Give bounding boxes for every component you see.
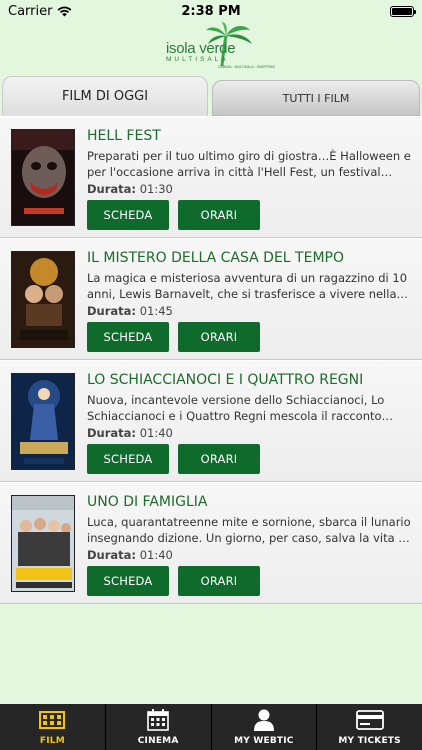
duration-value: 01:40 <box>139 548 173 562</box>
tabbar-item-my-webtic[interactable]: MY WEBTIC <box>212 704 318 750</box>
scheda-button[interactable]: SCHEDA <box>87 566 169 596</box>
movie-duration: Durata: 01:40 <box>87 426 173 440</box>
movie-poster[interactable] <box>11 251 75 348</box>
orari-button[interactable]: ORARI <box>178 200 260 230</box>
status-bar: Carrier 2:38 PM <box>0 0 422 22</box>
poster-mistero-casa-image <box>12 252 74 347</box>
film-icon <box>38 709 66 731</box>
logo-name: isola verde <box>166 40 236 57</box>
orari-button[interactable]: ORARI <box>178 322 260 352</box>
duration-label: Durata: <box>87 426 137 440</box>
tabbar-item-film[interactable]: FILM <box>0 704 106 750</box>
scheda-button[interactable]: SCHEDA <box>87 322 169 352</box>
tab-film-di-oggi[interactable]: FILM DI OGGI <box>2 76 208 116</box>
poster-schiaccianoci-image <box>12 374 74 469</box>
duration-label: Durata: <box>87 182 137 196</box>
scheda-button[interactable]: SCHEDA <box>87 200 169 230</box>
orari-button[interactable]: ORARI <box>178 444 260 474</box>
tabbar-label: MY WEBTIC <box>234 736 294 746</box>
duration-value: 01:30 <box>139 182 173 196</box>
movie-poster[interactable] <box>11 129 75 226</box>
movie-poster[interactable] <box>11 373 75 470</box>
movie-row[interactable]: LO SCHIACCIANOCI E I QUATTRO REGNI Nuova… <box>0 360 422 482</box>
logo-tagline: CINEMA · MULTISALA · SHOPPING <box>218 65 276 69</box>
tabbar-label: FILM <box>39 736 65 746</box>
movie-list: HELL FEST Preparati per il tuo ultimo gi… <box>0 116 422 604</box>
movie-duration: Durata: 01:40 <box>87 548 173 562</box>
user-icon <box>250 709 278 731</box>
tab-tutti-i-film[interactable]: TUTTI I FILM <box>212 80 420 116</box>
movie-description: Nuova, incantevole versione dello Schiac… <box>87 393 385 423</box>
movie-poster[interactable] <box>11 495 75 592</box>
movie-description: Luca, quarantatreenne mite e sornione, s… <box>87 515 411 545</box>
tabbar-item-my-tickets[interactable]: MY TICKETS <box>317 704 422 750</box>
card-icon <box>355 709 384 731</box>
duration-value: 01:45 <box>139 304 173 318</box>
duration-label: Durata: <box>87 304 137 318</box>
poster-uno-di-famiglia-image <box>12 496 74 591</box>
tabbar-label: CINEMA <box>137 736 179 746</box>
movie-description: Preparati per il tuo ultimo giro di gios… <box>87 149 411 179</box>
logo-sub: MULTISALA <box>166 56 229 63</box>
movie-title[interactable]: LO SCHIACCIANOCI E I QUATTRO REGNI <box>87 372 417 388</box>
movie-row[interactable]: UNO DI FAMIGLIA Luca, quarantatreenne mi… <box>0 482 422 604</box>
bottom-tab-bar: FILM CINEMA MY WEBTIC MY TICKETS <box>0 704 422 750</box>
movie-description: La magica e misteriosa avventura di un r… <box>87 271 408 301</box>
poster-hell-fest-image <box>12 130 74 225</box>
segment-tabs: FILM DI OGGI TUTTI I FILM <box>0 76 422 116</box>
isola-verde-logo: isola verde MULTISALA CINEMA · MULTISALA… <box>162 22 275 72</box>
wifi-icon <box>58 6 72 16</box>
status-left: Carrier <box>8 4 72 19</box>
movie-title[interactable]: IL MISTERO DELLA CASA DEL TEMPO <box>87 250 417 266</box>
tabbar-label: MY TICKETS <box>338 736 401 746</box>
duration-label: Durata: <box>87 548 137 562</box>
movie-title[interactable]: HELL FEST <box>87 128 417 144</box>
movie-row[interactable]: HELL FEST Preparati per il tuo ultimo gi… <box>0 116 422 238</box>
battery-icon <box>390 5 416 17</box>
calendar-icon <box>144 709 172 731</box>
movie-title[interactable]: UNO DI FAMIGLIA <box>87 494 417 510</box>
tabbar-item-cinema[interactable]: CINEMA <box>106 704 212 750</box>
carrier-label: Carrier <box>8 3 53 19</box>
movie-row[interactable]: IL MISTERO DELLA CASA DEL TEMPO La magic… <box>0 238 422 360</box>
scheda-button[interactable]: SCHEDA <box>87 444 169 474</box>
orari-button[interactable]: ORARI <box>178 566 260 596</box>
movie-duration: Durata: 01:30 <box>87 182 173 196</box>
movie-duration: Durata: 01:45 <box>87 304 173 318</box>
duration-value: 01:40 <box>139 426 173 440</box>
